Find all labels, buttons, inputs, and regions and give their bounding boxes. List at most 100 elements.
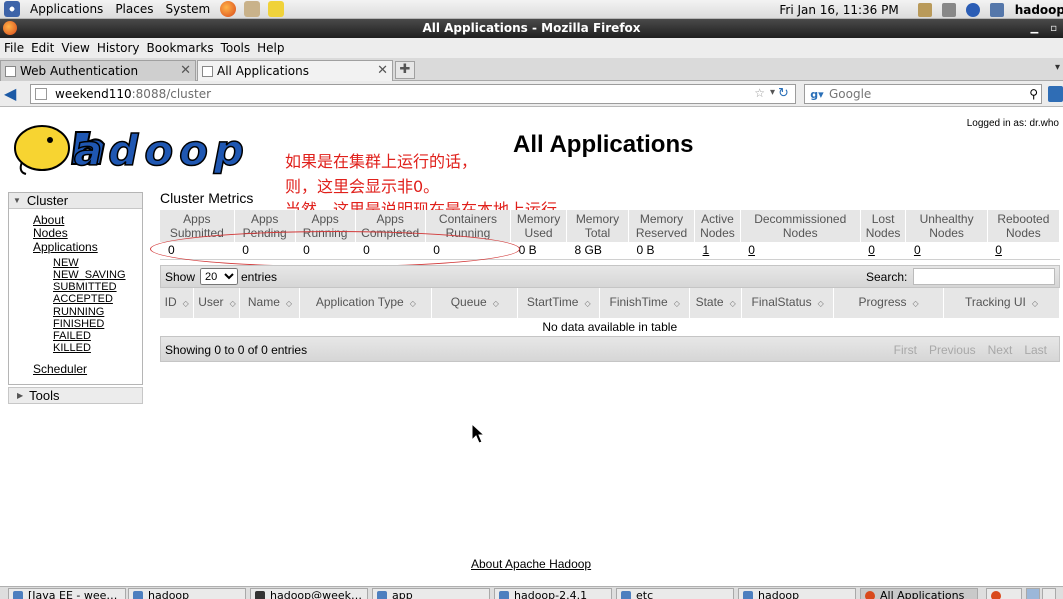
pager-first-button[interactable]: First [894, 343, 917, 357]
network-icon[interactable] [917, 2, 932, 17]
sidebar-state-killed[interactable]: KILLED [53, 342, 91, 354]
binoculars-icon[interactable]: ⚲ [1029, 87, 1038, 101]
metrics-value-decommissioned-nodes: 0 [740, 242, 861, 260]
apps-header-progress[interactable]: Progress ◇ [833, 288, 945, 318]
taskbar-item-terminal[interactable]: hadoop@week… [250, 588, 368, 599]
close-tab-icon[interactable]: ✕ [180, 63, 191, 78]
menu-bookmarks[interactable]: Bookmarks [144, 41, 217, 55]
metrics-link-active-nodes[interactable]: 1 [703, 243, 710, 257]
metrics-link-unhealthy-nodes[interactable]: 0 [914, 243, 921, 257]
sidebar-state-running[interactable]: RUNNING [53, 306, 104, 318]
apps-header-finishtime[interactable]: FinishTime ◇ [599, 288, 691, 318]
home-icon[interactable] [1048, 86, 1063, 102]
sidebar-tools[interactable]: ▶ Tools [8, 387, 143, 404]
menu-file[interactable]: File [1, 41, 27, 55]
menu-view[interactable]: View [58, 41, 92, 55]
workspace-switcher[interactable] [1026, 588, 1040, 599]
taskbar-item-eclipse[interactable]: [Java EE - wee… [8, 588, 126, 599]
sidebar-item-applications[interactable]: Applications [33, 240, 98, 254]
apps-header-label: Name [247, 295, 280, 309]
metrics-link-lost-nodes[interactable]: 0 [868, 243, 875, 257]
sort-icon: ◇ [409, 299, 416, 308]
reload-icon[interactable]: ↻ [778, 86, 793, 101]
new-tab-button[interactable]: ✚ [395, 61, 415, 79]
bookmark-star-icon[interactable]: ☆ [754, 86, 765, 100]
taskbar-item-app-folder[interactable]: app [372, 588, 490, 599]
metrics-link-decommissioned-nodes[interactable]: 0 [748, 243, 755, 257]
pager-previous-button[interactable]: Previous [929, 343, 976, 357]
metrics-header-decommissioned-nodes: Decommissioned Nodes [740, 210, 861, 242]
url-dropdown-icon[interactable]: ▾ [770, 87, 775, 98]
menu-history[interactable]: History [94, 41, 143, 55]
metrics-link-rebooted-nodes[interactable]: 0 [995, 243, 1002, 257]
google-engine-icon[interactable]: g▾ [805, 85, 829, 103]
metrics-value-containers-running: 0 [425, 242, 511, 260]
url-bar[interactable]: weekend110:8088/cluster ☆ ▾ ↻ [30, 84, 796, 104]
menu-tools[interactable]: Tools [218, 41, 254, 55]
metrics-header-line: Nodes [1006, 226, 1041, 240]
taskbar-item-firefox[interactable]: All Applications [860, 588, 978, 599]
close-tab-icon[interactable]: ✕ [377, 63, 388, 78]
search-input[interactable] [829, 87, 1009, 101]
apps-header-label: Application Type [315, 295, 404, 309]
taskbar-item-workspace[interactable] [986, 588, 1022, 599]
taskbar-item-hadoop-241-folder[interactable]: hadoop-2.4.1 [494, 588, 612, 599]
sidebar-cluster-header[interactable]: ▼ Cluster [9, 193, 142, 209]
sidebar-state-new[interactable]: NEW [53, 257, 79, 269]
bluetooth-icon[interactable] [965, 2, 980, 17]
panel-clock[interactable]: Fri Jan 16, 11:36 PM [779, 3, 898, 17]
entries-per-page-select[interactable]: 20 [200, 268, 238, 285]
mail-launcher-icon[interactable] [244, 1, 261, 17]
maximize-icon[interactable]: ▫ [1050, 19, 1057, 38]
metrics-value-memory-reserved: 0 B [628, 242, 695, 260]
taskbar-item-etc-folder[interactable]: etc [616, 588, 734, 599]
site-identity-icon[interactable] [35, 88, 47, 100]
display-icon[interactable] [989, 2, 1004, 17]
about-apache-hadoop-link[interactable]: About Apache Hadoop [471, 557, 591, 571]
sidebar-state-failed[interactable]: FAILED [53, 330, 91, 342]
sidebar-state-accepted[interactable]: ACCEPTED [53, 293, 113, 305]
search-bar[interactable]: g▾ ⚲ [804, 84, 1042, 104]
taskbar-item-hadoop-folder-2[interactable]: hadoop [738, 588, 856, 599]
panel-user[interactable]: hadoop [1015, 3, 1063, 17]
sidebar-state-submitted[interactable]: SUBMITTED [53, 281, 117, 293]
back-icon[interactable]: ◀ [4, 85, 22, 103]
taskbar-item-hadoop-folder[interactable]: hadoop [128, 588, 246, 599]
pager-next-button[interactable]: Next [988, 343, 1013, 357]
apps-header-finalstatus[interactable]: FinalStatus ◇ [741, 288, 835, 318]
sidebar-state-new-saving[interactable]: NEW_SAVING [53, 269, 126, 281]
sidebar-item-scheduler[interactable]: Scheduler [33, 362, 87, 376]
workspace-switcher-2[interactable] [1042, 588, 1056, 599]
apps-header-queue[interactable]: Queue ◇ [431, 288, 519, 318]
sidebar-item-about[interactable]: About [33, 213, 64, 227]
firefox-window-icon[interactable] [3, 21, 17, 35]
tab-all-applications[interactable]: All Applications ✕ [197, 60, 393, 81]
apps-search-input[interactable] [913, 268, 1055, 285]
apps-header-tracking-ui[interactable]: Tracking UI ◇ [943, 288, 1060, 318]
apps-header-state[interactable]: State ◇ [689, 288, 743, 318]
apps-header-label: Queue [450, 295, 487, 309]
tab-list-icon[interactable]: ▾ [1055, 62, 1060, 73]
pager-last-button[interactable]: Last [1024, 343, 1047, 357]
tab-web-authentication[interactable]: Web Authentication ✕ [0, 60, 196, 81]
apps-header-application-type[interactable]: Application Type ◇ [299, 288, 433, 318]
volume-icon[interactable] [941, 2, 956, 17]
notes-launcher-icon[interactable] [268, 1, 285, 17]
apps-header-starttime[interactable]: StartTime ◇ [517, 288, 601, 318]
metrics-header-active-nodes: Active Nodes [694, 210, 741, 242]
firefox-launcher-icon[interactable] [220, 1, 237, 17]
apps-header-name[interactable]: Name ◇ [239, 288, 301, 318]
sidebar-state-finished[interactable]: FINISHED [53, 318, 104, 330]
apps-header-id[interactable]: ID ◇ [160, 288, 195, 318]
menu-edit[interactable]: Edit [28, 41, 57, 55]
panel-menu-applications[interactable]: Applications [24, 2, 109, 16]
metrics-header-line: Nodes [782, 226, 818, 240]
menu-help[interactable]: Help [254, 41, 287, 55]
panel-menu-places[interactable]: Places [109, 2, 159, 16]
metrics-header-line: Running [302, 226, 348, 240]
apps-header-user[interactable]: User ◇ [193, 288, 241, 318]
panel-menu-system[interactable]: System [159, 2, 216, 16]
sidebar-item-nodes[interactable]: Nodes [33, 226, 68, 240]
cluster-metrics-table: Apps Submitted Apps Pending Apps Running Apps C… [160, 210, 1061, 260]
minimize-icon[interactable]: ▁ [1031, 19, 1039, 38]
